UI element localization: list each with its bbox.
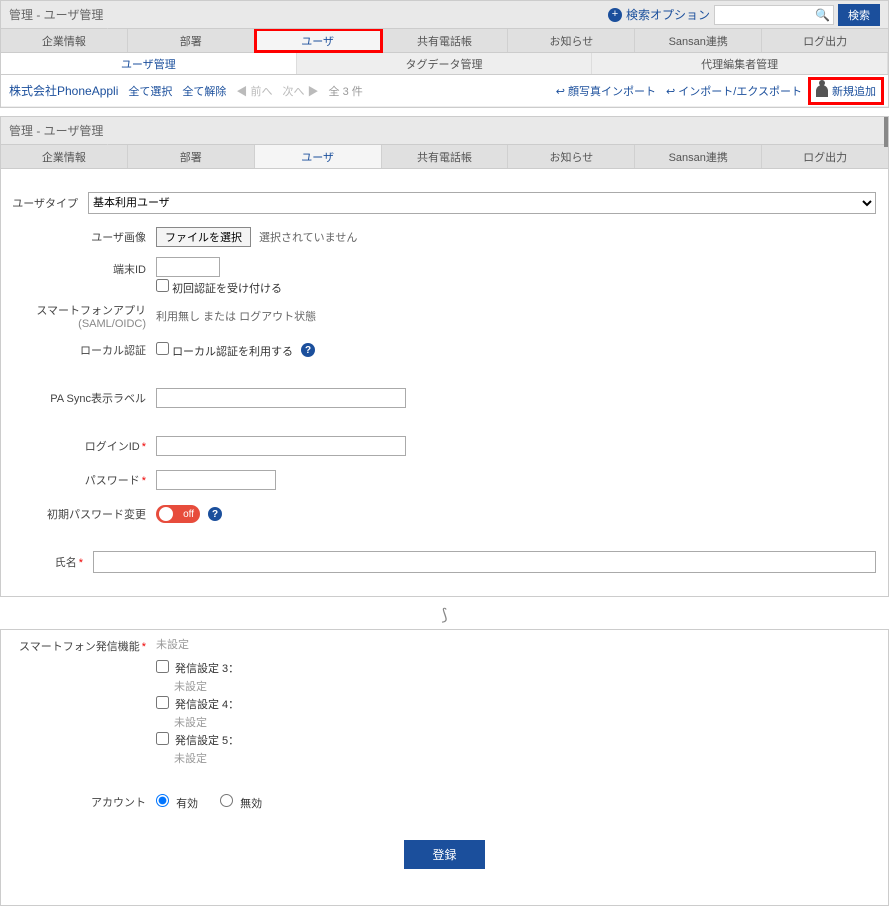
form-panel: 管理 - ユーザ管理 企業情報 部署 ユーザ 共有電話帳 お知らせ Sansan… — [0, 116, 889, 597]
import-export-link[interactable]: ↩ インポート/エクスポート — [666, 83, 802, 99]
subtab-user-mgmt[interactable]: ユーザ管理 — [1, 53, 297, 74]
file-select-button[interactable]: ファイルを選択 — [156, 227, 251, 247]
smart-app-status: 利用無し または ログアウト状態 — [156, 308, 316, 324]
add-new-label: 新規追加 — [832, 83, 876, 99]
search-button[interactable]: 検索 — [838, 4, 880, 26]
label-name: 氏名* — [11, 554, 93, 570]
main-tabs-2: 企業情報 部署 ユーザ 共有電話帳 お知らせ Sansan連携 ログ出力 — [1, 145, 888, 169]
account-valid-radio[interactable] — [156, 794, 169, 807]
info-icon-2[interactable]: ? — [208, 507, 222, 521]
record-count: 全 3 件 — [329, 83, 363, 99]
label-outgoing: スマートフォン発信機能* — [11, 636, 156, 654]
pa-sync-input[interactable] — [156, 388, 406, 408]
add-new-button[interactable]: 新規追加 — [812, 81, 880, 101]
outgoing-cb-5[interactable] — [156, 732, 169, 745]
select-all-link[interactable]: 全て選択 — [128, 83, 172, 99]
next-link: 次へ ▶ — [282, 83, 318, 99]
tab-sansan[interactable]: Sansan連携 — [635, 29, 762, 52]
outgoing-lbl-3: 発信設定 3： — [175, 660, 239, 676]
breadcrumb-bar-2: 管理 - ユーザ管理 — [1, 117, 888, 145]
breadcrumb-title-2: 管理 - ユーザ管理 — [9, 122, 103, 139]
tab2-user[interactable]: ユーザ — [255, 145, 382, 168]
tab-company[interactable]: 企業情報 — [1, 29, 128, 52]
label-local-auth: ローカル認証 — [11, 342, 156, 358]
local-auth-checkbox[interactable] — [156, 342, 169, 355]
subtab-proxy-editor[interactable]: 代理編集者管理 — [592, 53, 888, 74]
submit-button[interactable]: 登録 — [404, 840, 484, 869]
plus-circle-icon: + — [608, 8, 622, 22]
local-auth-checkbox-label[interactable]: ローカル認証を利用する — [156, 342, 293, 359]
tab2-dept[interactable]: 部署 — [128, 145, 255, 168]
name-input[interactable] — [93, 551, 876, 573]
top-panel: 管理 - ユーザ管理 + 検索オプション 🔍 検索 企業情報 部署 ユーザ 共有… — [0, 0, 889, 108]
outgoing-cb-4[interactable] — [156, 696, 169, 709]
outgoing-list: 発信設定 3： 未設定 発信設定 4： 未設定 発信設定 5： 未設定 — [156, 652, 239, 768]
label-password: パスワード* — [11, 472, 156, 488]
search-options-label: 検索オプション — [626, 6, 710, 23]
tab-dept[interactable]: 部署 — [128, 29, 255, 52]
user-toolbar: 株式会社PhoneAppli 全て選択 全て解除 ◀ 前へ 次へ ▶ 全 3 件… — [1, 75, 888, 107]
tab2-notice[interactable]: お知らせ — [508, 145, 635, 168]
info-icon[interactable]: ? — [301, 343, 315, 357]
outgoing-lbl-5: 発信設定 5： — [175, 732, 239, 748]
label-user-image: ユーザ画像 — [11, 229, 156, 245]
photo-import-link[interactable]: ↩ 顔写真インポート — [556, 83, 656, 99]
toggle-knob — [159, 507, 173, 521]
deselect-all-link[interactable]: 全て解除 — [182, 83, 226, 99]
outgoing-pre-sub: 未設定 — [156, 636, 189, 652]
content-cut-indicator: ⟆ — [0, 605, 889, 625]
main-tabs: 企業情報 部署 ユーザ 共有電話帳 お知らせ Sansan連携 ログ出力 — [1, 29, 888, 53]
first-auth-checkbox-label[interactable]: 初回認証を受け付ける — [156, 279, 282, 296]
login-id-input[interactable] — [156, 436, 406, 456]
scroll-indicator[interactable] — [884, 117, 888, 147]
search-options-link[interactable]: + 検索オプション — [608, 6, 710, 23]
outgoing-sub-3: 未設定 — [174, 678, 239, 694]
device-id-input[interactable] — [156, 257, 220, 277]
breadcrumb-chevron-icon — [107, 1, 117, 29]
breadcrumb-title: 管理 - ユーザ管理 — [9, 6, 103, 23]
user-form: ユーザタイプ 基本利用ユーザ ユーザ画像 ファイルを選択 選択されていません 端… — [1, 169, 888, 596]
label-pa-sync: PA Sync表示ラベル — [11, 390, 156, 406]
init-pw-toggle[interactable]: off — [156, 505, 200, 523]
toggle-label: off — [183, 509, 194, 520]
outgoing-cb-3[interactable] — [156, 660, 169, 673]
tab-notice[interactable]: お知らせ — [508, 29, 635, 52]
breadcrumb-bar: 管理 - ユーザ管理 + 検索オプション 🔍 検索 — [1, 1, 888, 29]
subtab-tagdata[interactable]: タグデータ管理 — [297, 53, 593, 74]
label-account: アカウント — [11, 794, 156, 810]
label-init-pw: 初期パスワード変更 — [11, 506, 156, 522]
tab2-company[interactable]: 企業情報 — [1, 145, 128, 168]
lower-panel: スマートフォン発信機能* 未設定 発信設定 3： 未設定 発信設定 4： 未設定 — [0, 629, 889, 906]
account-valid-label[interactable]: 有効 — [156, 794, 198, 811]
breadcrumb-chevron-icon-2 — [107, 117, 117, 145]
org-name[interactable]: 株式会社PhoneAppli — [9, 82, 118, 99]
label-device-id: 端末ID — [11, 257, 156, 277]
first-auth-checkbox[interactable] — [156, 279, 169, 292]
tab-shared-phonebook[interactable]: 共有電話帳 — [382, 29, 509, 52]
user-type-select[interactable]: 基本利用ユーザ — [88, 192, 876, 214]
outgoing-sub-5: 未設定 — [174, 750, 239, 766]
tab2-log[interactable]: ログ出力 — [762, 145, 888, 168]
prev-link: ◀ 前へ — [236, 83, 272, 99]
sub-tabs: ユーザ管理 タグデータ管理 代理編集者管理 — [1, 53, 888, 75]
tab-user[interactable]: ユーザ — [255, 29, 382, 52]
label-smart-app: スマートフォンアプリ (SAML/OIDC) — [11, 302, 156, 330]
outgoing-sub-4: 未設定 — [174, 714, 239, 730]
file-status: 選択されていません — [259, 229, 357, 245]
search-input[interactable] — [714, 5, 834, 25]
account-invalid-radio[interactable] — [220, 794, 233, 807]
password-input[interactable] — [156, 470, 276, 490]
account-invalid-label[interactable]: 無効 — [220, 794, 262, 811]
tab2-shared-phonebook[interactable]: 共有電話帳 — [382, 145, 509, 168]
label-user-type: ユーザタイプ — [11, 195, 88, 211]
person-add-icon — [816, 85, 828, 97]
tab2-sansan[interactable]: Sansan連携 — [635, 145, 762, 168]
label-login-id: ログインID* — [11, 438, 156, 454]
tab-log[interactable]: ログ出力 — [762, 29, 888, 52]
outgoing-lbl-4: 発信設定 4： — [175, 696, 239, 712]
